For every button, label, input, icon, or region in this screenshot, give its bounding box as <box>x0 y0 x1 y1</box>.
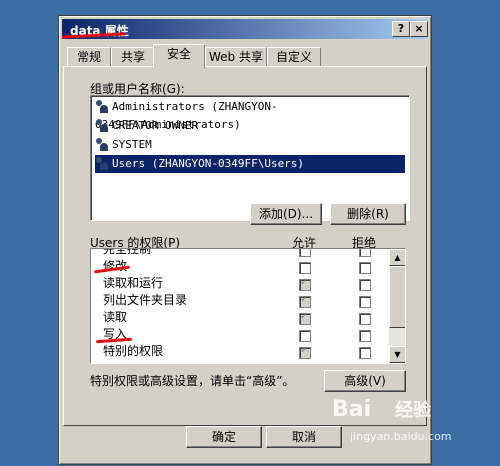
list-item[interactable]: Administrators (ZHANGYON-0349FF\Administ… <box>95 98 405 131</box>
allow-checkbox[interactable] <box>299 345 311 359</box>
tab-general[interactable]: 常规 <box>67 47 111 67</box>
scroll-thumb[interactable] <box>389 266 405 328</box>
perm-row: 列出文件夹目录 <box>103 293 188 307</box>
allow-checkbox[interactable] <box>299 262 311 274</box>
tab-sharing[interactable]: 共享 <box>111 47 155 67</box>
title-bar[interactable]: data 属性 ? × <box>62 19 428 39</box>
watermark-suffix: 经验 <box>395 400 432 421</box>
deny-checkbox[interactable] <box>359 279 371 291</box>
allow-checkbox[interactable] <box>299 311 311 325</box>
list-item[interactable]: SYSTEM <box>95 136 405 154</box>
users-icon <box>95 100 109 114</box>
allow-checkbox[interactable] <box>299 294 311 308</box>
tab-web-sharing[interactable]: Web 共享 <box>205 47 267 67</box>
watermark-brand: Bai <box>332 397 372 422</box>
deny-checkbox[interactable] <box>359 249 371 257</box>
deny-checkbox[interactable] <box>359 330 371 342</box>
watermark-url: jingyan.baidu.com <box>350 430 452 443</box>
perm-row: 特别的权限 <box>103 344 164 358</box>
advanced-hint: 特别权限或高级设置，请单击“高级”。 <box>90 374 295 388</box>
tab-custom[interactable]: 自定义 <box>267 47 321 67</box>
remove-button[interactable]: 删除(R) <box>330 203 406 225</box>
watermark-logo: Bai 经验 <box>332 396 431 422</box>
scrollbar[interactable]: ▲ ▼ <box>389 249 405 363</box>
perm-row: 读取 <box>103 310 128 324</box>
list-item[interactable]: CREATOR OWNER <box>95 117 405 135</box>
users-icon <box>95 157 109 171</box>
permissions-list[interactable]: 完全控制 修改 读取和运行 列出文件夹目录 读取 写入 特别的权限 ▲ ▼ <box>90 248 406 364</box>
deny-checkbox[interactable] <box>359 262 371 274</box>
list-item-label: SYSTEM <box>112 138 152 151</box>
cancel-button[interactable]: 取消 <box>266 426 342 448</box>
ok-button[interactable]: 确定 <box>186 426 262 448</box>
perm-row: 完全控制 <box>103 248 152 256</box>
users-icon <box>95 138 109 152</box>
scroll-up-arrow-icon[interactable]: ▲ <box>389 249 405 266</box>
advanced-button[interactable]: 高级(V) <box>324 370 406 392</box>
help-button[interactable]: ? <box>392 21 410 37</box>
allow-checkbox[interactable] <box>299 277 311 291</box>
deny-checkbox[interactable] <box>359 296 371 308</box>
users-icon <box>95 119 109 133</box>
deny-checkbox[interactable] <box>359 347 371 359</box>
close-button[interactable]: × <box>410 21 428 37</box>
list-item-label: CREATOR OWNER <box>112 119 199 132</box>
allow-checkbox[interactable] <box>299 249 311 257</box>
perm-row: 读取和运行 <box>103 276 164 290</box>
list-item-label: Users (ZHANGYON-0349FF\Users) <box>112 157 305 170</box>
add-button[interactable]: 添加(D)... <box>250 203 322 225</box>
scroll-down-arrow-icon[interactable]: ▼ <box>389 346 405 363</box>
tab-security[interactable]: 安全 <box>153 44 205 68</box>
list-item-selected[interactable]: Users (ZHANGYON-0349FF\Users) <box>95 155 405 173</box>
allow-checkbox[interactable] <box>299 330 311 342</box>
deny-checkbox[interactable] <box>359 313 371 325</box>
